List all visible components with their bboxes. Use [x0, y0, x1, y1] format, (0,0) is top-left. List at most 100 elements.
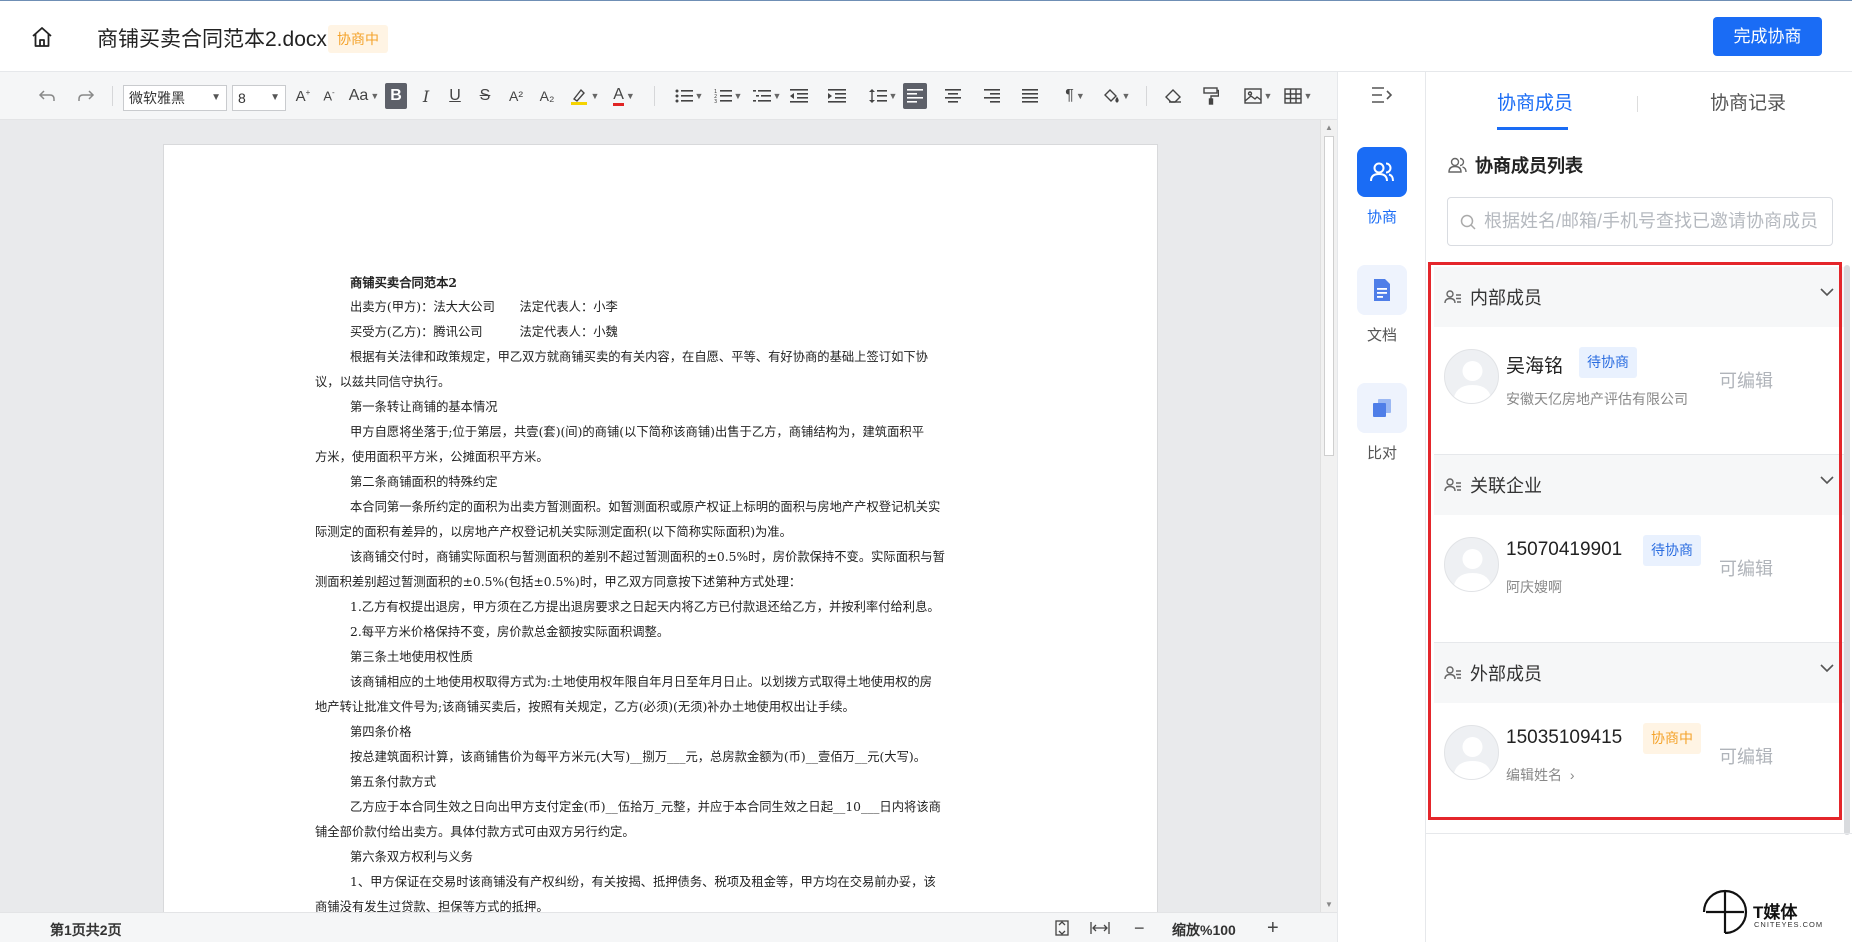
font-family-select[interactable]: 微软雅黑 ▼	[123, 85, 227, 111]
member-permission[interactable]: 可编辑	[1719, 555, 1773, 581]
member-status-badge: 待协商	[1579, 347, 1637, 378]
doc-line: 商铺没有发生过贷款、担保等方式的抵押。	[315, 900, 549, 912]
member-row[interactable]: 15070419901 待协商 阿庆嫂啊 可编辑	[1434, 515, 1844, 643]
align-right-icon	[984, 89, 1000, 103]
rail-item-negotiate[interactable]: 协商	[1356, 147, 1408, 227]
document-body: 商铺买卖合同范本2 出卖方(甲方)：法大大公司 法定代表人：小李 买受方(乙方)…	[315, 270, 995, 912]
home-button[interactable]	[28, 23, 56, 51]
document-page[interactable]: 商铺买卖合同范本2 出卖方(甲方)：法大大公司 法定代表人：小李 买受方(乙方)…	[163, 144, 1158, 912]
undo-button[interactable]	[36, 83, 58, 109]
font-color-label: A	[613, 86, 624, 106]
doc-line: 第二条商铺面积的特殊约定	[350, 475, 498, 489]
decrease-indent-button[interactable]	[788, 83, 810, 109]
top-header: 商铺买卖合同范本2.docx 协商中 完成协商	[0, 0, 1852, 72]
member-row[interactable]: 吴海铭 待协商 安徽天亿房地产评估有限公司 可编辑	[1434, 327, 1844, 455]
insert-image-button[interactable]: ▼	[1240, 83, 1276, 109]
fit-page-icon	[1055, 920, 1069, 936]
edit-name-link[interactable]: 编辑姓名 ›	[1506, 765, 1575, 785]
strikethrough-button[interactable]: S	[474, 83, 496, 109]
member-name: 15035109415	[1506, 727, 1623, 748]
caret-down-icon: ▼	[888, 91, 898, 101]
fit-page-button[interactable]	[1054, 918, 1070, 938]
increase-indent-button[interactable]	[826, 83, 848, 109]
scrollbar-thumb[interactable]	[1324, 136, 1334, 456]
align-left-icon	[907, 89, 923, 103]
collapse-panel-button[interactable]	[1371, 86, 1393, 109]
insert-table-button[interactable]: ▼	[1280, 83, 1316, 109]
subscript-button[interactable]: A₂	[535, 83, 559, 109]
italic-button[interactable]: I	[415, 83, 437, 109]
doc-line: 测面积差别超过暂测面积的±0.5%(包括±0.5%)时，甲乙双方同意按下述第种方…	[315, 575, 802, 589]
zoom-in-button[interactable]: +	[1267, 917, 1279, 939]
group-header-external[interactable]: 外部成员	[1434, 643, 1844, 703]
align-left-button[interactable]	[903, 83, 927, 109]
panel-scrollbar[interactable]	[1844, 265, 1850, 835]
line-spacing-button[interactable]: ▼	[866, 83, 900, 109]
member-permission[interactable]: 可编辑	[1719, 743, 1773, 769]
rail-item-document[interactable]: 文档	[1356, 265, 1408, 345]
font-color-button[interactable]: A ▼	[606, 83, 642, 109]
tab-members[interactable]: 协商成员	[1497, 88, 1573, 115]
scroll-down-icon[interactable]: ▼	[1325, 900, 1333, 909]
document-scrollbar[interactable]: ▲ ▼	[1320, 120, 1337, 912]
users-icon	[1370, 162, 1394, 182]
chevron-down-icon[interactable]	[1820, 288, 1834, 297]
highlight-color-button[interactable]: ▼	[566, 83, 602, 109]
format-painter-icon	[1203, 87, 1219, 105]
superscript-label: A²	[509, 88, 523, 104]
rail-icon-box	[1357, 265, 1407, 315]
justify-button[interactable]	[1019, 83, 1041, 109]
user-avatar-icon	[1453, 549, 1492, 591]
rail-label: 比对	[1366, 445, 1397, 462]
minus-icon: −	[1134, 917, 1145, 938]
document-icon	[1374, 279, 1390, 301]
bold-button[interactable]: B	[385, 83, 407, 109]
change-case-label: Aa	[348, 87, 369, 104]
watermark: T媒体 CNITEYES.COM	[1700, 882, 1850, 937]
numbered-list-button[interactable]: 123 ▼	[711, 83, 745, 109]
fill-color-button[interactable]: ▼	[1098, 83, 1134, 109]
chevron-down-icon[interactable]	[1820, 664, 1834, 673]
bullet-list-button[interactable]: ▼	[672, 83, 706, 109]
clear-format-button[interactable]	[1162, 83, 1184, 109]
undo-icon	[38, 90, 55, 101]
document-canvas[interactable]: 商铺买卖合同范本2 出卖方(甲方)：法大大公司 法定代表人：小李 买受方(乙方)…	[0, 120, 1320, 912]
font-size-select[interactable]: 8 ▼	[232, 85, 286, 111]
bold-label: B	[390, 87, 402, 104]
scroll-up-icon[interactable]: ▲	[1325, 123, 1333, 132]
member-row[interactable]: 15035109415 协商中 编辑姓名 › 可编辑	[1434, 703, 1844, 831]
group-header-affiliated[interactable]: 关联企业	[1434, 455, 1844, 515]
member-search-box[interactable]	[1447, 197, 1833, 246]
caret-down-icon: ▼	[772, 91, 782, 101]
align-center-button[interactable]	[942, 83, 964, 109]
chevron-down-icon: ▼	[270, 92, 280, 103]
member-search-input[interactable]	[1484, 211, 1824, 232]
increase-font-button[interactable]: A+	[293, 83, 313, 109]
editor-toolbar: 微软雅黑 ▼ 8 ▼ A+ A- Aa ▼ B I U S A² A₂ ▼ A ▼…	[0, 72, 1337, 120]
format-painter-button[interactable]	[1200, 83, 1222, 109]
rail-icon-box	[1357, 383, 1407, 433]
change-case-button[interactable]: Aa ▼	[346, 83, 382, 109]
decrease-font-button[interactable]: A-	[319, 83, 339, 109]
avatar	[1444, 725, 1499, 780]
fit-width-button[interactable]	[1090, 918, 1110, 938]
group-header-internal[interactable]: 内部成员	[1434, 267, 1844, 327]
chevron-down-icon[interactable]	[1820, 476, 1834, 485]
watermark-subtitle: CNITEYES.COM	[1754, 920, 1824, 929]
multilevel-list-button[interactable]: ▼	[750, 83, 784, 109]
document-title: 商铺买卖合同范本2.docx	[97, 28, 327, 51]
rail-item-compare[interactable]: 比对	[1356, 383, 1408, 463]
rail-label: 协商	[1366, 209, 1397, 226]
member-permission[interactable]: 可编辑	[1719, 367, 1773, 393]
zoom-out-button[interactable]: −	[1134, 918, 1145, 938]
finish-negotiation-button[interactable]: 完成协商	[1713, 17, 1822, 56]
superscript-button[interactable]: A²	[504, 83, 528, 109]
redo-button[interactable]	[75, 83, 97, 109]
tab-records[interactable]: 协商记录	[1710, 88, 1786, 115]
toolbar-divider	[112, 86, 113, 106]
paragraph-marks-button[interactable]: ¶ ▼	[1060, 83, 1090, 109]
underline-button[interactable]: U	[444, 83, 466, 109]
active-tab-indicator	[1497, 127, 1568, 130]
align-right-button[interactable]	[981, 83, 1003, 109]
edit-name-label: 编辑姓名	[1506, 767, 1562, 783]
